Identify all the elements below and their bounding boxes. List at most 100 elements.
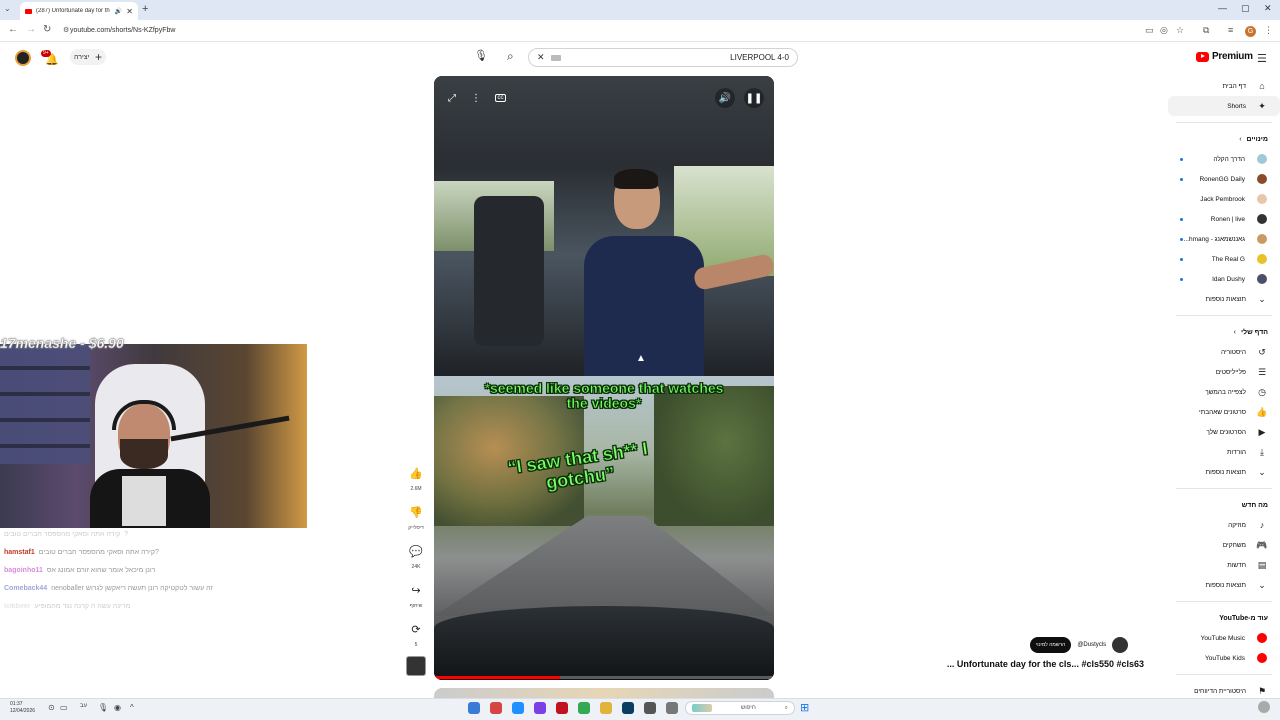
sidebar-item-home[interactable]: ⌂ דף הבית <box>1168 76 1280 96</box>
sidebar-show-more[interactable]: ⌄ תוצאות נוספות <box>1168 575 1280 595</box>
channel-avatar[interactable] <box>1112 637 1129 653</box>
sidepanel-icon[interactable]: ≡ <box>1228 25 1233 35</box>
sidebar-item-watch-later[interactable]: ◷ לצפייה בהמשך <box>1168 382 1280 402</box>
window-icon[interactable] <box>666 702 678 714</box>
sidebar-subscription[interactable]: The Real G <box>1168 249 1280 269</box>
sidebar-item-downloads[interactable]: ⤓ הורדות <box>1168 442 1280 462</box>
video-progress-bar[interactable] <box>434 676 774 679</box>
keyboard-icon[interactable] <box>550 54 561 61</box>
taskbar-clock[interactable]: 01:37 12/04/2026 <box>10 701 35 715</box>
edge-icon[interactable] <box>468 702 480 714</box>
notification-icon[interactable]: ⊙ <box>48 703 55 712</box>
search-button-icon[interactable]: ⌕ <box>507 49 514 64</box>
account-avatar[interactable] <box>15 50 31 66</box>
clear-search-icon[interactable]: ✕ <box>537 52 545 63</box>
fullscreen-icon[interactable]: ⤢ <box>442 88 462 108</box>
taskbar-search[interactable]: חיפוש ⌕ <box>685 701 795 715</box>
sidebar-subscription[interactable]: הדרך הקלה <box>1168 149 1280 169</box>
shorts-video-player[interactable]: *seemed like someone that watches the vi… <box>434 76 774 680</box>
media-icon[interactable] <box>490 702 502 714</box>
dislike-icon[interactable]: 👎 <box>405 501 427 523</box>
sidebar-item-youtube-app[interactable]: YouTube Music <box>1168 628 1280 648</box>
file-explorer-icon[interactable] <box>600 702 612 714</box>
sound-thumbnail[interactable] <box>406 656 426 676</box>
back-icon[interactable]: ← <box>8 24 18 35</box>
sidebar-subscription[interactable]: RonenGG Daily <box>1168 169 1280 189</box>
discord-icon[interactable] <box>534 702 546 714</box>
like-action[interactable]: 👍 2.6M <box>404 462 428 493</box>
browser-menu-icon[interactable]: ⋮ <box>1264 25 1273 36</box>
copilot-icon[interactable] <box>1258 701 1270 713</box>
share-action[interactable]: ↪ שיתוף <box>404 579 428 610</box>
browser-profile-avatar[interactable]: G <box>1245 26 1256 37</box>
language-indicator[interactable]: עב <box>80 703 87 709</box>
subscribe-button[interactable]: הרשמה למינוי <box>1030 637 1072 653</box>
sidebar-item-history[interactable]: ↺ היסטוריה <box>1168 342 1280 362</box>
tray-chevron-icon[interactable]: ^ <box>130 703 134 712</box>
youtube-premium-logo[interactable]: Premium <box>1196 51 1253 62</box>
sidebar-item-your-videos[interactable]: ▶ הסרטונים שלך <box>1168 422 1280 442</box>
network-icon[interactable]: ◉ <box>114 703 121 712</box>
sidebar-item-liked[interactable]: 👍 סרטונים שאהבתי <box>1168 402 1280 422</box>
like-icon[interactable]: 👍 <box>405 462 427 484</box>
chrome-icon[interactable] <box>578 702 590 714</box>
search-query[interactable]: LIVERPOOL 4-0 <box>569 53 789 62</box>
display-icon[interactable]: ▭ <box>60 703 68 712</box>
url-field[interactable]: youtube.com/shorts/Ns-KZfpyFbw <box>70 27 175 34</box>
channel-name[interactable]: @Dustycls <box>1077 642 1106 648</box>
browser-tab-active[interactable]: (287) Unfortunate day for th 🔊 ✕ <box>20 2 138 20</box>
you-heading[interactable]: הדף שלי › <box>1168 322 1280 342</box>
sidebar-subscription[interactable]: Idan Dushy <box>1168 269 1280 289</box>
reload-icon[interactable]: ↻ <box>43 24 51 35</box>
sidebar-item-youtube-app[interactable]: YouTube Kids <box>1168 648 1280 668</box>
sidebar-subscription[interactable]: Ronen | live <box>1168 209 1280 229</box>
sound-action[interactable] <box>404 656 428 676</box>
remix-icon[interactable]: ⟳ <box>405 618 427 640</box>
captions-icon[interactable]: cc <box>495 94 506 102</box>
steam-icon[interactable] <box>622 702 634 714</box>
video-title[interactable]: ... Unfortunate day for the cls... #cls5… <box>900 659 1144 669</box>
sidebar-show-more[interactable]: ⌄ תוצאות נוספות <box>1168 289 1280 309</box>
extensions-icon[interactable]: ⧉ <box>1203 25 1209 36</box>
search-input[interactable]: ✕ LIVERPOOL 4-0 <box>528 48 798 67</box>
dislike-action[interactable]: 👎 דיסלייק <box>404 501 428 532</box>
sidebar-show-more[interactable]: ⌄ תוצאות נוספות <box>1168 462 1280 482</box>
minimize-button[interactable]: — <box>1218 3 1227 13</box>
store-icon[interactable] <box>644 702 656 714</box>
chat-icon[interactable] <box>512 702 524 714</box>
voice-search-mic-icon[interactable]: 🎙 <box>474 49 488 65</box>
sidebar-item-shorts[interactable]: ✦ Shorts <box>1168 96 1280 116</box>
remix-action[interactable]: ⟳ 5 <box>404 618 428 649</box>
windows-start-icon[interactable]: ⊞ <box>800 701 809 714</box>
subscriptions-heading[interactable]: מינויים › <box>1168 129 1280 149</box>
comments-action[interactable]: 💬 24K <box>404 540 428 571</box>
cast-icon[interactable]: ▭ <box>1145 25 1154 36</box>
headphones-icon[interactable] <box>556 702 568 714</box>
next-short-preview[interactable] <box>434 688 774 698</box>
sidebar-subscription[interactable]: Jack Pembrook <box>1168 189 1280 209</box>
pause-icon[interactable]: ❚❚ <box>744 88 764 108</box>
speaker-icon[interactable]: 🔊 <box>115 8 122 15</box>
volume-icon[interactable]: 🔊 <box>715 88 735 108</box>
tab-search-icon[interactable]: ⌄ <box>4 4 11 13</box>
tab-close-icon[interactable]: ✕ <box>126 7 133 16</box>
more-options-icon[interactable]: ⋮ <box>466 88 486 108</box>
comment-icon[interactable]: 💬 <box>405 540 427 562</box>
chevron-down-icon: ⌄ <box>1258 579 1266 590</box>
mic-tray-icon[interactable]: 🎙 <box>98 703 108 712</box>
maximize-button[interactable]: ▢ <box>1241 3 1250 14</box>
sidebar-subscription[interactable]: גאננשמאנג - hmang... <box>1168 229 1280 249</box>
sidebar-item-news[interactable]: ▤ חדשות <box>1168 555 1280 575</box>
guide-menu-icon[interactable]: ☰ <box>1257 52 1267 65</box>
share-icon[interactable]: ↪ <box>405 579 427 601</box>
site-info-icon[interactable]: ⚙ <box>63 26 69 34</box>
sidebar-item-music[interactable]: ♪ מוזיקה <box>1168 515 1280 535</box>
window-close-button[interactable]: ✕ <box>1264 3 1272 14</box>
sidebar-item-playlists[interactable]: ☰ פלייליסטים <box>1168 362 1280 382</box>
forward-icon[interactable]: → <box>26 24 36 35</box>
new-tab-button[interactable]: + <box>142 3 148 15</box>
bookmark-star-icon[interactable]: ☆ <box>1176 25 1184 36</box>
create-button[interactable]: יצירה + <box>70 49 106 65</box>
eye-off-icon[interactable]: ◎ <box>1160 25 1168 36</box>
sidebar-item-gaming[interactable]: 🎮 משחקים <box>1168 535 1280 555</box>
